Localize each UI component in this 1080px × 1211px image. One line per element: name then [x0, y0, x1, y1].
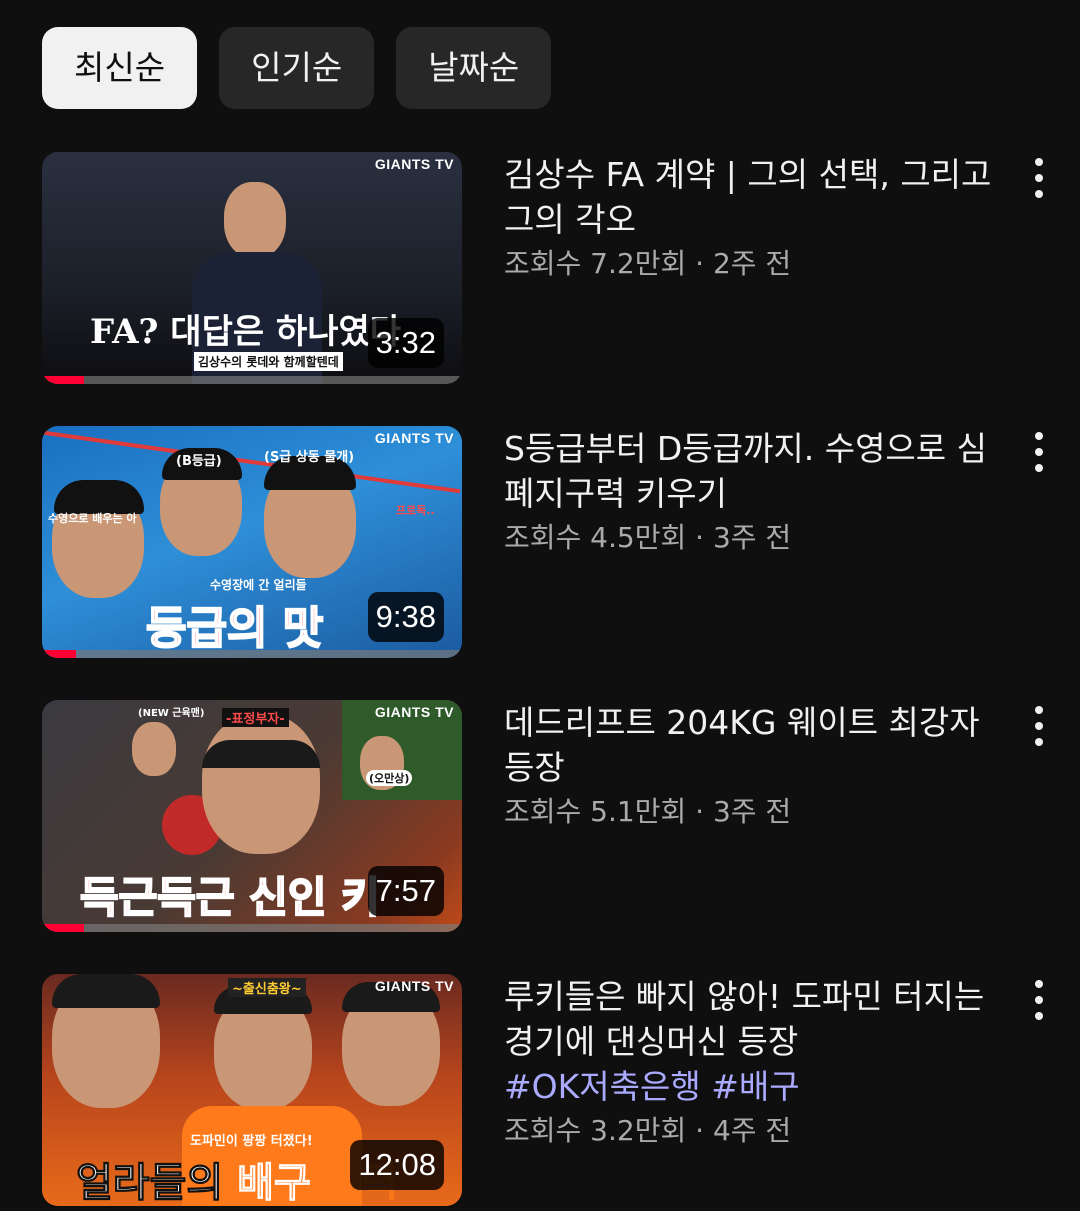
channel-watermark: GIANTS TV	[374, 430, 454, 446]
video-meta: 조회수 7.2만회 · 2주 전	[504, 242, 994, 286]
video-info: 김상수 FA 계약 | 그의 선택, 그리고 그의 각오 조회수 7.2만회 ·…	[504, 152, 994, 286]
watch-progress-fill	[42, 924, 84, 932]
hashtag-link[interactable]: #배구	[711, 1067, 799, 1106]
sort-chip-bar: 최신순 인기순 날짜순	[42, 27, 552, 109]
video-title[interactable]: 데드리프트 204KG 웨이트 최강자 등장	[504, 700, 994, 790]
thumbnail-tag: (NEW 근육맨)	[138, 708, 205, 719]
channel-watermark: GIANTS TV	[374, 978, 454, 994]
video-title[interactable]: 김상수 FA 계약 | 그의 선택, 그리고 그의 각오	[504, 152, 994, 242]
caption-white-part: 얼라들의	[75, 1160, 224, 1207]
video-duration: 3:32	[367, 318, 444, 368]
person-face	[202, 714, 320, 854]
thumbnail-caption: 득근득근 신인 키	[79, 872, 381, 923]
watch-progress-fill	[42, 650, 76, 658]
channel-watermark: GIANTS TV	[374, 156, 454, 172]
swim-cap	[54, 480, 144, 514]
watch-progress-bar	[42, 650, 462, 658]
thumbnail-tag: -표정부자-	[222, 708, 289, 727]
meta-separator: ·	[686, 1114, 713, 1147]
watch-progress-bar	[42, 924, 462, 932]
thumbnail-tag: ~출신춤왕~	[228, 978, 306, 997]
meta-separator: ·	[686, 247, 713, 280]
video-item[interactable]: GIANTS TV FA? 대답은 하나였다 김상수의 롯데와 함께할텐데 3:…	[42, 152, 1052, 384]
meta-separator: ·	[686, 795, 713, 828]
thumbnail-tag: 수영으로 배우는 아	[48, 512, 137, 525]
more-vert-icon[interactable]	[1026, 432, 1052, 472]
more-vert-icon[interactable]	[1026, 158, 1052, 198]
view-count: 조회수 4.5만회	[504, 521, 687, 554]
video-duration: 9:38	[367, 592, 444, 642]
thumbnail-tag: (오만상)	[366, 770, 413, 786]
video-duration: 7:57	[367, 866, 444, 916]
video-item[interactable]: (B등급) (S급 상동 물개) 수영으로 배우는 아 프로독.. GIANTS…	[42, 426, 1052, 658]
video-info: 데드리프트 204KG 웨이트 최강자 등장 조회수 5.1만회 · 3주 전	[504, 700, 994, 834]
upload-age: 3주 전	[712, 521, 792, 554]
video-thumbnail[interactable]: ~출신춤왕~ GIANTS TV 도파민이 팡팡 터졌다! 얼라들의 배구 근력…	[42, 974, 462, 1206]
chip-latest[interactable]: 최신순	[42, 27, 198, 109]
video-item[interactable]: ~출신춤왕~ GIANTS TV 도파민이 팡팡 터졌다! 얼라들의 배구 근력…	[42, 974, 1052, 1206]
hair	[202, 740, 320, 768]
watch-progress-fill	[42, 376, 84, 384]
video-thumbnail[interactable]: GIANTS TV FA? 대답은 하나였다 김상수의 롯데와 함께할텐데 3:…	[42, 152, 462, 384]
more-vert-icon[interactable]	[1026, 980, 1052, 1020]
view-count: 조회수 3.2만회	[504, 1114, 687, 1147]
more-vert-icon[interactable]	[1026, 706, 1052, 746]
watch-progress-bar	[42, 376, 462, 384]
video-thumbnail[interactable]: -표정부자- (NEW 근육맨) (오만상) GIANTS TV 득근득근 신인…	[42, 700, 462, 932]
chip-oldest[interactable]: 날짜순	[396, 27, 552, 109]
video-title[interactable]: 루키들은 빠지 않아! 도파민 터지는 경기에 댄싱머신 등장 #OK저축은행 #…	[504, 974, 994, 1109]
video-meta: 조회수 4.5만회 · 3주 전	[504, 516, 994, 560]
video-info: S등급부터 D등급까지. 수영으로 심폐지구력 키우기 조회수 4.5만회 · …	[504, 426, 994, 560]
person-face	[224, 182, 286, 258]
title-text: 루키들은 빠지 않아! 도파민 터지는 경기에 댄싱머신 등장	[504, 977, 985, 1061]
thumbnail-subcaption: 수영장에 간 얼리들	[210, 578, 307, 592]
view-count: 조회수 5.1만회	[504, 795, 687, 828]
thumbnail-caption: 등급의 맛	[145, 602, 324, 655]
thumbnail-tag: 프로독..	[396, 504, 435, 517]
person-face	[132, 722, 176, 776]
video-info: 루키들은 빠지 않아! 도파민 터지는 경기에 댄싱머신 등장 #OK저축은행 #…	[504, 974, 994, 1153]
upload-age: 2주 전	[712, 247, 792, 280]
chip-popular[interactable]: 인기순	[219, 27, 375, 109]
thumbnail-tag: (S급 상동 물개)	[264, 450, 355, 465]
video-item[interactable]: -표정부자- (NEW 근육맨) (오만상) GIANTS TV 득근득근 신인…	[42, 700, 1052, 932]
thumbnail-subcaption: 도파민이 팡팡 터졌다!	[190, 1134, 313, 1149]
thumbnail-subcaption: 김상수의 롯데와 함께할텐데	[194, 352, 343, 371]
upload-age: 3주 전	[712, 795, 792, 828]
video-meta: 조회수 5.1만회 · 3주 전	[504, 790, 994, 834]
view-count: 조회수 7.2만회	[504, 247, 687, 280]
thumbnail-tag: (B등급)	[176, 454, 222, 469]
upload-age: 4주 전	[712, 1114, 792, 1147]
meta-separator: ·	[686, 521, 713, 554]
video-thumbnail[interactable]: (B등급) (S급 상동 물개) 수영으로 배우는 아 프로독.. GIANTS…	[42, 426, 462, 658]
caption-orange-part: 배구	[237, 1160, 312, 1207]
video-meta: 조회수 3.2만회 · 4주 전	[504, 1109, 994, 1153]
hashtag-link[interactable]: #OK저축은행	[504, 1067, 701, 1106]
channel-watermark: GIANTS TV	[374, 704, 454, 720]
thumbnail-caption: FA? 대답은 하나였다	[90, 312, 402, 352]
hair	[52, 974, 160, 1008]
video-title[interactable]: S등급부터 D등급까지. 수영으로 심폐지구력 키우기	[504, 426, 994, 516]
video-duration: 12:08	[350, 1140, 444, 1190]
